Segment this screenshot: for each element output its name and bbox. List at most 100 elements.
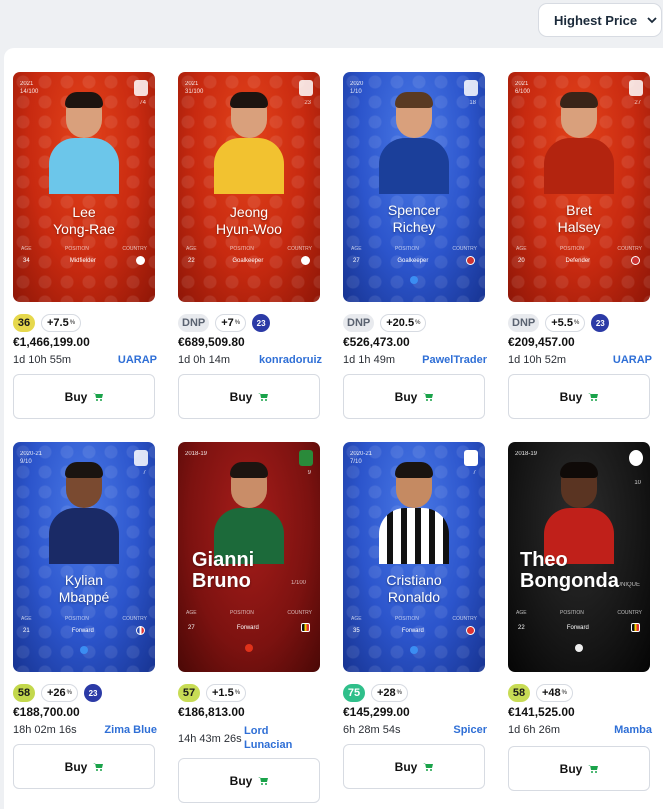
- player-photo: [544, 92, 614, 194]
- country-label: COUNTRY: [122, 246, 147, 252]
- player-first-name: Jeong: [229, 204, 269, 220]
- player-age: 27: [353, 257, 360, 264]
- club-crest-icon: [464, 80, 478, 96]
- card-serial: UNIQUE: [616, 582, 640, 588]
- age-label: AGE: [351, 616, 362, 622]
- seller-link[interactable]: konradoruiz: [259, 354, 322, 366]
- position-label: POSITION: [395, 616, 419, 622]
- player-photo: [49, 92, 119, 194]
- player-last-name: Halsey: [557, 219, 601, 235]
- buy-button[interactable]: Buy: [13, 374, 155, 419]
- bonus-badge: +20.5%: [380, 314, 427, 332]
- player-age: 34: [23, 257, 30, 264]
- score-badge: 57: [178, 684, 200, 702]
- player-age: 27: [188, 624, 195, 631]
- player-first-name: Gianni: [192, 549, 255, 571]
- country-label: COUNTRY: [452, 246, 477, 252]
- player-last-name: Hyun-Woo: [216, 221, 282, 237]
- price: €209,457.00: [508, 335, 575, 349]
- player-first-name: Bret: [566, 202, 592, 218]
- position-label: POSITION: [65, 246, 89, 252]
- player-card[interactable]: 2021 14/100 74 Lee Yong-Rae AGE POSITION CO…: [13, 72, 155, 302]
- player-position: Forward: [236, 624, 259, 631]
- player-card[interactable]: 2018-19 10 Theo Bongonda UNIQUE AGE POSIT…: [508, 442, 650, 672]
- player-first-name: Lee: [72, 204, 96, 220]
- seller-link[interactable]: UARAP: [613, 354, 652, 366]
- buy-button[interactable]: Buy: [508, 374, 650, 419]
- player-last-name: Richey: [392, 219, 436, 235]
- time-remaining: 1d 0h 14m: [178, 354, 230, 366]
- seller-link[interactable]: PawelTrader: [422, 354, 487, 366]
- cart-icon: [588, 765, 599, 773]
- player-first-name: Cristiano: [386, 572, 442, 588]
- jersey-number: 7: [472, 470, 476, 476]
- player-first-name: Kylian: [64, 572, 104, 588]
- club-crest-icon: [134, 450, 148, 466]
- ball-icon: [410, 276, 418, 284]
- player-position: Goalkeeper: [232, 257, 264, 264]
- country-flag-icon: [631, 256, 640, 265]
- score-badge: DNP: [178, 314, 210, 332]
- player-card[interactable]: 2020 1/10 18 Spencer Richey AGE POSITION CO…: [343, 72, 485, 302]
- buy-button[interactable]: Buy: [178, 374, 320, 419]
- card-meta: 2021 31/100: [185, 81, 204, 95]
- time-remaining: 1d 10h 55m: [13, 354, 72, 366]
- country-flag-icon: [135, 256, 145, 265]
- sort-dropdown[interactable]: Highest Price: [538, 3, 662, 37]
- jersey-number: 27: [634, 100, 641, 106]
- country-label: COUNTRY: [287, 246, 312, 252]
- cart-icon: [258, 393, 269, 401]
- time-remaining: 14h 43m 26s: [178, 733, 242, 745]
- time-remaining: 1d 10h 52m: [508, 354, 567, 366]
- player-age: 22: [518, 624, 525, 631]
- country-flag-icon: [135, 626, 145, 635]
- seller-link[interactable]: Lord Lunacian: [244, 724, 314, 752]
- player-card[interactable]: 2021 31/100 23 Jeong Hyun-Woo AGE POSITION…: [178, 72, 320, 302]
- buy-button[interactable]: Buy: [178, 758, 320, 803]
- age-label: AGE: [21, 246, 32, 252]
- club-crest-icon: [629, 450, 643, 466]
- player-card[interactable]: 2020-21 7/10 7 Cristiano Ronaldo AGE POSIT…: [343, 442, 485, 672]
- country-label: COUNTRY: [122, 616, 147, 622]
- buy-button[interactable]: Buy: [508, 746, 650, 791]
- club-crest-icon: [134, 80, 148, 96]
- buy-button[interactable]: Buy: [13, 744, 155, 789]
- country-label: COUNTRY: [452, 616, 477, 622]
- card-meta: 2020 1/10: [350, 81, 364, 95]
- bonus-badge: +1.5%: [206, 684, 247, 702]
- seller-link[interactable]: Spicer: [453, 724, 487, 736]
- player-last-name: Yong-Rae: [53, 221, 115, 237]
- jersey-number: 18: [469, 100, 476, 106]
- player-first-name: Theo: [520, 549, 568, 571]
- time-remaining: 1d 6h 26m: [508, 724, 560, 736]
- bonus-badge: +5.5%: [545, 314, 586, 332]
- seller-link[interactable]: Zima Blue: [104, 724, 157, 736]
- ball-icon: [575, 644, 583, 652]
- buy-button[interactable]: Buy: [343, 374, 485, 419]
- player-position: Goalkeeper: [397, 257, 429, 264]
- cart-icon: [588, 393, 599, 401]
- player-position: Forward: [71, 627, 94, 634]
- price: €186,813.00: [178, 705, 245, 719]
- seller-link[interactable]: UARAP: [118, 354, 157, 366]
- jersey-number: 7: [142, 470, 146, 476]
- player-position: Midfielder: [69, 257, 96, 264]
- ball-icon: [410, 646, 418, 654]
- player-card[interactable]: 2018-19 9 Gianni Bruno 1/100 AGE POSITION…: [178, 442, 320, 672]
- club-crest-icon: [464, 450, 478, 466]
- player-card[interactable]: 2020-21 9/10 7 Kylian Mbappé AGE POSITION C…: [13, 442, 155, 672]
- score-badge: DNP: [343, 314, 375, 332]
- player-card[interactable]: 2021 6/100 27 Bret Halsey AGE POSITION COUN…: [508, 72, 650, 302]
- position-label: POSITION: [65, 616, 89, 622]
- country-flag-icon: [465, 626, 475, 635]
- bonus-badge: +26%: [41, 684, 79, 702]
- player-age: 20: [518, 257, 525, 264]
- sort-label: Highest Price: [554, 12, 638, 28]
- player-photo: [49, 462, 119, 564]
- seller-link[interactable]: Mamba: [614, 724, 652, 736]
- cart-icon: [258, 777, 269, 785]
- position-label: POSITION: [560, 246, 584, 252]
- ball-icon: [80, 646, 88, 654]
- buy-button[interactable]: Buy: [343, 744, 485, 789]
- club-crest-icon: [629, 80, 643, 96]
